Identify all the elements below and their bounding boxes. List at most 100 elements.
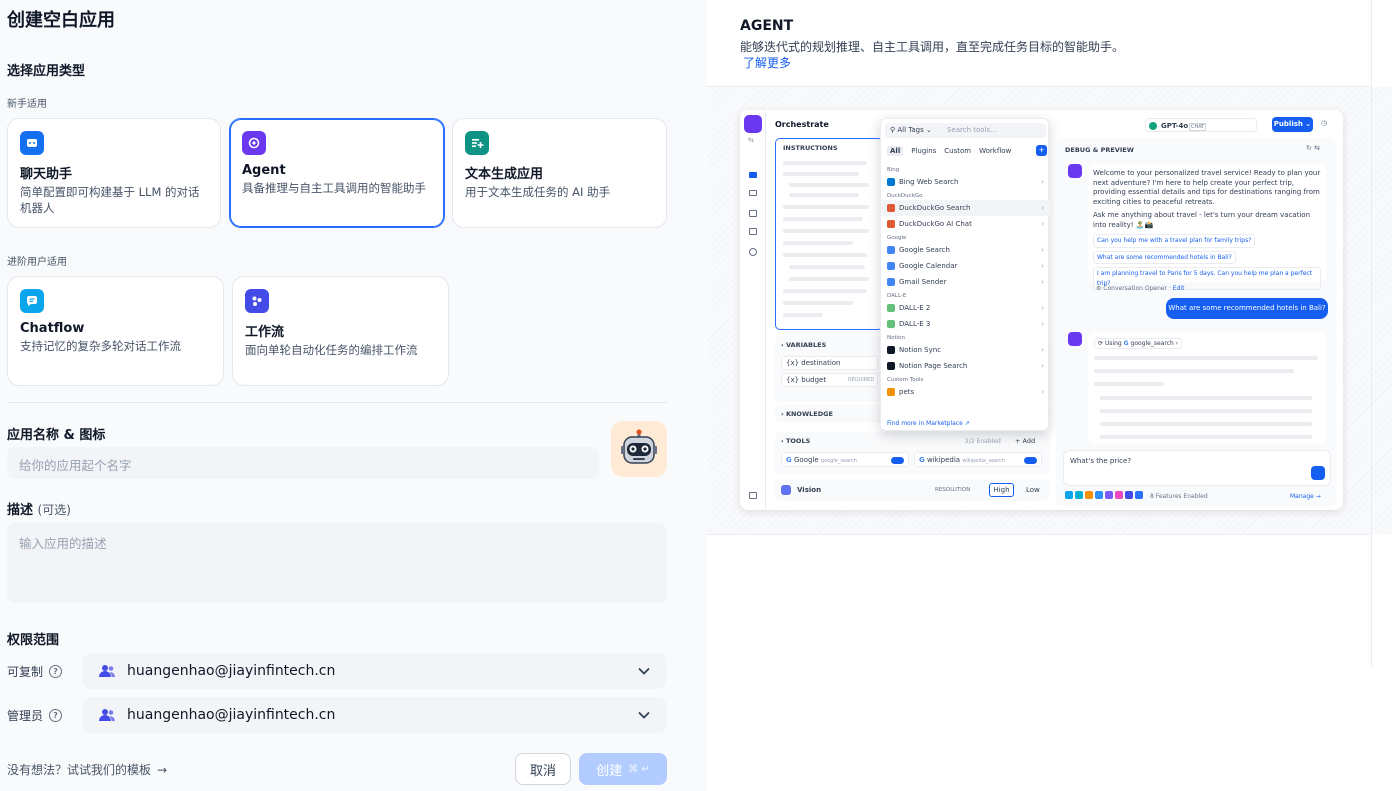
perm-copy-value: huangenhao@jiayinfintech.cn bbox=[127, 663, 336, 679]
mock-using: Using bbox=[1104, 340, 1122, 347]
mock-tool-item-label: DuckDuckGo Search bbox=[899, 204, 971, 212]
mock-manage: Manage → bbox=[1290, 493, 1321, 500]
create-button[interactable]: 创建 ⌘ ↵ bbox=[579, 753, 667, 785]
mock-tool-group-label: Custom Tools bbox=[887, 377, 924, 383]
mock-tool-tabs: All Plugins Custom Workflow bbox=[887, 146, 1011, 156]
mock-tool-item-label: pets bbox=[899, 388, 915, 396]
mock-publish-label: Publish bbox=[1273, 120, 1303, 128]
robot-icon bbox=[621, 429, 657, 464]
mock-tool-picker: ⚲ All Tags ⌄ Search tools... All Plugins… bbox=[880, 118, 1050, 431]
chat-bot-icon bbox=[20, 131, 44, 155]
mock-tab: All bbox=[887, 146, 904, 156]
chevron-right-icon: › bbox=[1041, 204, 1044, 212]
card-title: Agent bbox=[242, 163, 286, 178]
mock-nav-icon bbox=[749, 492, 757, 499]
users-icon bbox=[99, 709, 115, 721]
divider bbox=[1371, 0, 1372, 666]
mock-nav-icon bbox=[749, 190, 757, 196]
card-desc: 具备推理与自主工具调用的智能助手 bbox=[242, 181, 426, 195]
card-chat-assistant[interactable]: 聊天助手 简单配置即可构建基于 LLM 的对话机器人 bbox=[7, 118, 221, 228]
feature-icon bbox=[1105, 491, 1113, 499]
card-workflow[interactable]: 工作流 面向单轮自动化任务的编排工作流 bbox=[232, 276, 449, 386]
app-icon-picker[interactable] bbox=[611, 421, 667, 477]
advanced-label: 进阶用户适用 bbox=[7, 257, 67, 268]
feature-icon bbox=[1075, 491, 1083, 499]
bot-avatar-icon bbox=[1068, 164, 1082, 178]
question-icon[interactable]: ? bbox=[49, 665, 63, 678]
mock-instructions-label: INSTRUCTIONS bbox=[783, 144, 838, 152]
mock-tools-label: TOOLS bbox=[785, 437, 811, 445]
question-icon[interactable]: ? bbox=[49, 709, 63, 722]
card-title: 聊天助手 bbox=[20, 167, 73, 182]
tool-icon bbox=[887, 388, 895, 396]
users-icon bbox=[99, 665, 115, 677]
mock-nav-icon bbox=[749, 210, 757, 217]
card-chatflow[interactable]: Chatflow 支持记忆的复杂多轮对话工作流 bbox=[7, 276, 224, 386]
perm-copy-text: 可复制 bbox=[7, 665, 44, 679]
mock-tool-item-label: DALL-E 3 bbox=[899, 320, 931, 328]
eye-icon bbox=[781, 485, 791, 495]
card-desc: 面向单轮自动化任务的编排工作流 bbox=[245, 343, 418, 357]
mock-var2: {x} budget bbox=[786, 376, 827, 384]
tool-icon bbox=[887, 246, 895, 254]
card-text-generator[interactable]: 文本生成应用 用于文本生成任务的 AI 助手 bbox=[452, 118, 667, 228]
mock-tool-item-label: Bing Web Search bbox=[899, 178, 959, 186]
perm-copy-label: 可复制 ? bbox=[7, 663, 63, 680]
card-desc: 支持记忆的复杂多轮对话工作流 bbox=[20, 339, 181, 353]
desc-textarea[interactable]: 输入应用的描述 bbox=[7, 523, 667, 603]
mock-ask: Ask me anything about travel - let's tur… bbox=[1093, 211, 1311, 229]
section-app-type: 选择应用类型 bbox=[7, 64, 86, 79]
refresh-icon: ↻ ⇆ bbox=[1306, 144, 1320, 152]
chevron-right-icon: › bbox=[1041, 346, 1044, 354]
chevron-right-icon: › bbox=[1041, 178, 1044, 186]
mock-tool-item: DuckDuckGo Search › bbox=[881, 200, 1050, 216]
tool-icon bbox=[887, 346, 895, 354]
plus-icon: + bbox=[1036, 145, 1047, 156]
mock-tool-item-label: DALL-E 2 bbox=[899, 304, 931, 312]
mock-tool2-sub: wikipedia_search bbox=[962, 458, 1006, 464]
card-desc: 用于文本生成任务的 AI 助手 bbox=[465, 185, 611, 199]
mock-vision: Vision RESOLUTION High Low bbox=[775, 479, 1050, 501]
mock-tool-row: G Google google_search bbox=[781, 452, 909, 467]
mock-chat-input: What's the price? bbox=[1063, 450, 1331, 486]
cancel-button[interactable]: 取消 bbox=[515, 753, 571, 785]
mock-opener: Conversation Opener bbox=[1103, 285, 1168, 292]
mock-debug-panel: DEBUG & PREVIEW ↻ ⇆ Welcome to your pers… bbox=[1056, 138, 1336, 506]
perm-admin-select[interactable]: huangenhao@jiayinfintech.cn bbox=[83, 697, 666, 733]
app-name-placeholder: 给你的应用起个名字 bbox=[19, 458, 132, 473]
preview-image: ⇆ Orchestrate INSTRUCTIONS › VARIABLES {… bbox=[707, 87, 1392, 534]
mock-tool-item: DuckDuckGo AI Chat › bbox=[881, 216, 1050, 232]
mock-tab: Workflow bbox=[979, 147, 1012, 155]
tool-icon bbox=[887, 320, 895, 328]
chevron-right-icon: › bbox=[1041, 388, 1044, 396]
mock-using-tool: google_search bbox=[1130, 340, 1174, 347]
perm-copy-select[interactable]: huangenhao@jiayinfintech.cn bbox=[83, 653, 666, 689]
card-title: 文本生成应用 bbox=[465, 167, 544, 182]
template-hint-link[interactable]: 没有想法？试试我们的模板 → bbox=[7, 761, 167, 778]
app-name-input[interactable]: 给你的应用起个名字 bbox=[7, 447, 599, 479]
history-icon: ◷ bbox=[1321, 119, 1328, 127]
mock-high: High bbox=[989, 483, 1014, 497]
mock-tool-item-label: Notion Page Search bbox=[899, 362, 968, 370]
mock-tool-group-label: Google bbox=[887, 235, 907, 241]
divider bbox=[707, 534, 1372, 535]
mock-tool-groups: Bing Bing Web Search › DuckDuckGo DuckDuckGo… bbox=[881, 164, 1050, 400]
workflow-icon bbox=[245, 289, 269, 313]
mock-tool-item: DALL-E 2 › bbox=[881, 300, 1050, 316]
mock-suggestion: What are some recommended hotels in Bali… bbox=[1093, 250, 1236, 264]
card-title: Chatflow bbox=[20, 321, 85, 336]
card-agent[interactable]: Agent 具备推理与自主工具调用的智能助手 bbox=[229, 118, 445, 228]
learn-more-link[interactable]: 了解更多 bbox=[743, 54, 791, 71]
toggle-icon bbox=[891, 457, 904, 464]
openai-icon bbox=[1149, 122, 1157, 130]
name-icon-label: 应用名称 & 图标 bbox=[7, 428, 106, 443]
mock-low: Low bbox=[1026, 486, 1040, 494]
mock-feature-icons bbox=[1065, 491, 1143, 499]
arrow-right-icon: → bbox=[157, 762, 168, 777]
card-title: 工作流 bbox=[245, 325, 285, 340]
tool-icon bbox=[887, 220, 895, 228]
mock-tool-item-label: Google Calendar bbox=[899, 262, 958, 270]
tool-icon bbox=[887, 204, 895, 212]
mock-resolution: RESOLUTION bbox=[935, 487, 971, 493]
perm-label: 权限范围 bbox=[7, 633, 60, 648]
